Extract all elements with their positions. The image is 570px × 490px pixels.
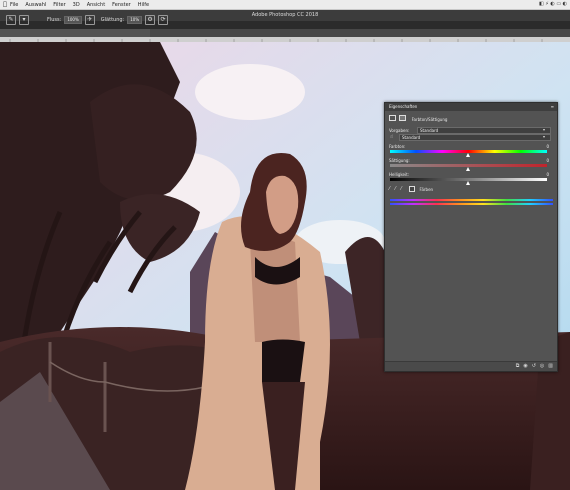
brush-settings-icon[interactable]: ▾ [19,14,29,25]
flow-field[interactable]: 100% [64,15,82,24]
adjustment-icon [389,115,396,121]
adjustment-header: Farbton/Sättigung [389,115,447,122]
trash-icon[interactable]: ▥ [548,363,553,369]
hue-label: Farbton: [389,144,406,149]
view-previous-icon[interactable]: ◉ [523,363,527,369]
mask-icon[interactable] [399,115,407,121]
colorize-label: Färben [419,186,434,192]
menu-bar:  File Auswahl Filter 3D Ansicht Fenster… [0,0,570,10]
reset-icon[interactable]: ↺ [532,363,536,369]
brush-icon[interactable]: ✎ [6,14,16,25]
channel-select[interactable]: Standard [399,134,551,141]
properties-panel: Eigenschaften ≡ Farbton/Sättigung Vorgab… [384,102,558,372]
eyedropper-row: ⁄ ⁄ ⁄ Färben [389,186,433,192]
panel-header[interactable]: Eigenschaften ≡ [385,103,557,111]
panel-title: Eigenschaften [389,104,418,109]
menu-item-filter[interactable]: Filter [53,2,65,8]
saturation-label: Sättigung: [389,158,410,163]
smoothing-field[interactable]: 10% [127,15,143,24]
menu-item-auswahl[interactable]: Auswahl [25,2,46,8]
gear-icon[interactable]: ⚙ [145,14,156,25]
hue-value[interactable]: 0 [546,144,549,149]
panel-footer: ⧉ ◉ ↺ ◎ ▥ [385,361,557,371]
lightness-slider-thumb[interactable] [466,181,470,185]
document-tab[interactable] [0,29,150,37]
channel-chevron-icon[interactable]: ▾ [543,134,545,139]
eyedropper-minus-icon[interactable]: ⁄ [401,186,402,192]
smoothing-label: Glättung: [100,16,125,23]
saturation-slider-thumb[interactable] [466,167,470,171]
saturation-value[interactable]: 0 [546,158,549,163]
flow-label: Fluss: [47,16,62,23]
menu-item-fenster[interactable]: Fenster [112,2,131,8]
airbrush-icon[interactable]: ✈ [84,14,95,25]
menu-item-ansicht[interactable]: Ansicht [87,2,105,8]
eyedropper-plus-icon[interactable]: ⁄ [395,186,396,192]
menu-item-file[interactable]: File [10,2,18,8]
panel-menu-icon[interactable]: ≡ [547,103,554,111]
preset-label: Vorgaben: [389,128,410,133]
target-adjustment-icon[interactable]: ☝ [390,134,393,140]
status-icons[interactable]: ◧ ⚡ ◐ ▭ ◐ [539,1,567,7]
layer-title: Farbton/Sättigung [411,117,448,122]
clip-to-layer-icon[interactable]: ⧉ [516,363,520,369]
lightness-value[interactable]: 0 [546,172,549,177]
eyedropper-icon[interactable]: ⁄ [389,186,390,192]
preset-select[interactable]: Standard [417,127,551,134]
visibility-icon[interactable]: ◎ [540,363,544,369]
apple-menu-icon[interactable]:  [0,1,10,8]
hue-slider-thumb[interactable] [466,153,470,157]
options-bar: ✎ ▾ Fluss: 100% ✈ Glättung: 10% ⚙ ⟳ [0,12,570,27]
symmetry-icon[interactable]: ⟳ [158,14,169,25]
lightness-label: Helligkeit: [389,172,410,177]
menu-item-3d[interactable]: 3D [73,2,80,8]
output-color-bar [390,203,553,205]
menu-item-hilfe[interactable]: Hilfe [138,2,149,8]
chevron-down-icon[interactable]: ▾ [543,127,545,132]
input-color-bar [390,199,553,201]
colorize-checkbox[interactable] [408,186,415,192]
